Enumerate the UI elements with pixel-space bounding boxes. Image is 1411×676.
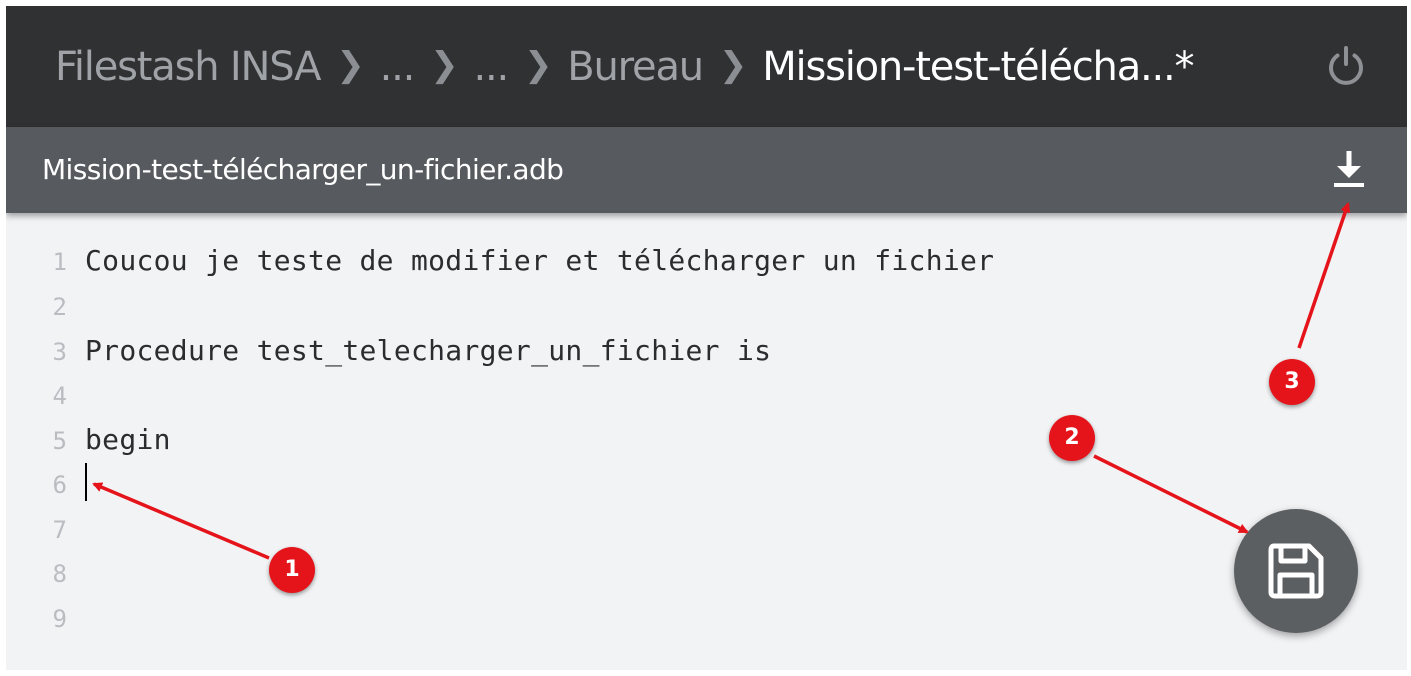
- line-number: 7: [52, 516, 67, 544]
- editor-line: 1 Coucou je teste de modifier et télécha…: [6, 239, 1206, 283]
- file-name: Mission-test-télécharger_un-fichier.adb: [42, 153, 564, 186]
- app-window: Filestash INSA ❯ ... ❯ ... ❯ Bureau ❯ Mi…: [6, 6, 1407, 670]
- line-number: 9: [52, 605, 67, 633]
- breadcrumb-item-root[interactable]: Filestash INSA: [55, 44, 321, 90]
- editor-line: 9: [6, 596, 1206, 640]
- floppy-disk-icon: [1268, 543, 1324, 599]
- editor-line: 6: [6, 462, 1206, 506]
- breadcrumb-separator-icon: ❯: [523, 44, 553, 85]
- line-text: Procedure test_telecharger_un_fichier is: [85, 334, 772, 367]
- power-icon: [1329, 46, 1363, 85]
- download-icon: [1334, 151, 1364, 187]
- breadcrumb-separator-icon: ❯: [336, 44, 365, 85]
- logout-button[interactable]: [1322, 42, 1370, 90]
- breadcrumb-item-ellipsis[interactable]: ...: [380, 44, 416, 90]
- line-text: Coucou je teste de modifier et télécharg…: [85, 244, 995, 277]
- editor-line: 2: [6, 284, 1206, 328]
- breadcrumb: Filestash INSA ❯ ... ❯ ... ❯ Bureau ❯ Mi…: [55, 6, 1195, 127]
- editor-line: 7: [6, 507, 1206, 551]
- breadcrumb-current-file: Mission-test-télécha...*: [762, 43, 1194, 90]
- breadcrumb-separator-icon: ❯: [430, 44, 459, 85]
- editor-line: 4: [6, 373, 1206, 417]
- annotation-badge-3: 3: [1269, 359, 1315, 405]
- line-number: 2: [52, 293, 67, 321]
- editor-line: 8: [6, 551, 1206, 595]
- line-number: 5: [52, 427, 67, 455]
- editor-line: 5 begin: [6, 418, 1206, 462]
- line-number: 1: [52, 248, 67, 276]
- line-number: 4: [52, 382, 67, 410]
- text-cursor: [85, 463, 87, 501]
- editor-line: 3 Procedure test_telecharger_un_fichier …: [6, 329, 1206, 373]
- breadcrumb-separator-icon: ❯: [718, 44, 748, 85]
- line-text: begin: [85, 423, 171, 456]
- download-button[interactable]: [1328, 149, 1370, 191]
- line-number: 8: [52, 560, 67, 588]
- annotation-badge-2: 2: [1049, 415, 1095, 461]
- breadcrumb-item-bureau[interactable]: Bureau: [567, 44, 704, 90]
- breadcrumb-item-ellipsis[interactable]: ...: [473, 44, 509, 90]
- code-editor[interactable]: 1 Coucou je teste de modifier et télécha…: [6, 213, 1407, 670]
- save-button[interactable]: [1234, 509, 1358, 633]
- line-number: 6: [52, 471, 67, 499]
- line-number: 3: [52, 338, 67, 366]
- top-bar: Filestash INSA ❯ ... ❯ ... ❯ Bureau ❯ Mi…: [6, 6, 1407, 127]
- annotation-badge-1: 1: [269, 547, 315, 593]
- file-header-bar: Mission-test-télécharger_un-fichier.adb: [6, 127, 1407, 213]
